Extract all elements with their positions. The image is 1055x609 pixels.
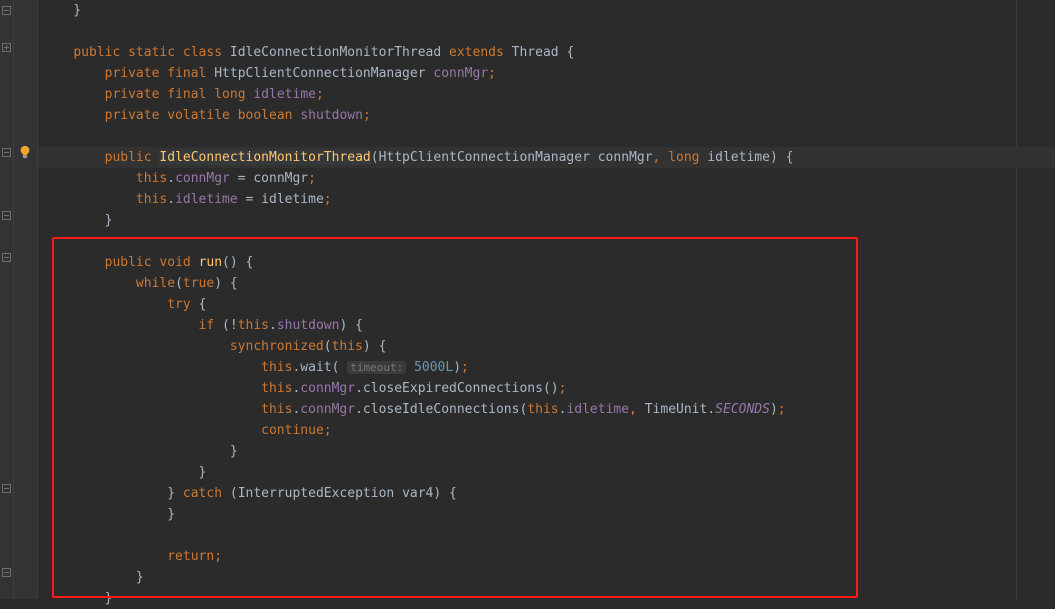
code-line[interactable]: } xyxy=(42,504,1055,525)
fold-collapse-icon[interactable] xyxy=(2,211,11,220)
code-line[interactable]: this.connMgr.closeIdleConnections(this.i… xyxy=(42,399,1055,420)
code-line[interactable]: this.wait( timeout: 5000L); xyxy=(42,357,1055,378)
code-line[interactable]: } xyxy=(42,0,1055,21)
code-line[interactable]: return; xyxy=(42,546,1055,567)
fold-collapse-icon[interactable] xyxy=(2,484,11,493)
code-line[interactable]: this.idletime = idletime; xyxy=(42,189,1055,210)
lightbulb-icon[interactable] xyxy=(18,145,32,159)
right-margin-guide xyxy=(1016,0,1017,599)
code-line-current[interactable]: public IdleConnectionMonitorThread(HttpC… xyxy=(42,147,1055,168)
code-line[interactable]: this.connMgr = connMgr; xyxy=(42,168,1055,189)
vertical-scrollbar[interactable] xyxy=(1043,0,1053,599)
code-line[interactable]: public void run() { xyxy=(42,252,1055,273)
code-line[interactable] xyxy=(42,21,1055,42)
code-line[interactable]: synchronized(this) { xyxy=(42,336,1055,357)
code-line[interactable]: } catch (InterruptedException var4) { xyxy=(42,483,1055,504)
code-line[interactable]: } xyxy=(42,462,1055,483)
code-line[interactable]: this.connMgr.closeExpiredConnections(); xyxy=(42,378,1055,399)
code-editor[interactable]: } public static class IdleConnectionMoni… xyxy=(0,0,1055,599)
code-line[interactable]: public static class IdleConnectionMonito… xyxy=(42,42,1055,63)
code-viewport[interactable]: } public static class IdleConnectionMoni… xyxy=(38,0,1055,599)
code-line[interactable]: continue; xyxy=(42,420,1055,441)
code-line[interactable] xyxy=(42,126,1055,147)
fold-expand-icon[interactable] xyxy=(2,43,11,52)
code-line[interactable]: private volatile boolean shutdown; xyxy=(42,105,1055,126)
fold-collapse-icon[interactable] xyxy=(2,148,11,157)
code-line[interactable] xyxy=(42,231,1055,252)
code-line[interactable]: } xyxy=(42,441,1055,462)
code-line[interactable]: try { xyxy=(42,294,1055,315)
fold-collapse-icon[interactable] xyxy=(2,253,11,262)
code-line[interactable]: } xyxy=(42,567,1055,588)
code-line[interactable]: if (!this.shutdown) { xyxy=(42,315,1055,336)
fold-gutter xyxy=(0,0,14,599)
code-line[interactable]: while(true) { xyxy=(42,273,1055,294)
code-line[interactable]: } xyxy=(42,210,1055,231)
fold-collapse-icon[interactable] xyxy=(2,568,11,577)
code-line[interactable]: private final long idletime; xyxy=(42,84,1055,105)
code-line[interactable] xyxy=(42,525,1055,546)
parameter-hint: timeout: xyxy=(347,361,406,374)
fold-collapse-icon[interactable] xyxy=(2,6,11,15)
annotation-gutter xyxy=(14,0,38,599)
code-line[interactable]: private final HttpClientConnectionManage… xyxy=(42,63,1055,84)
